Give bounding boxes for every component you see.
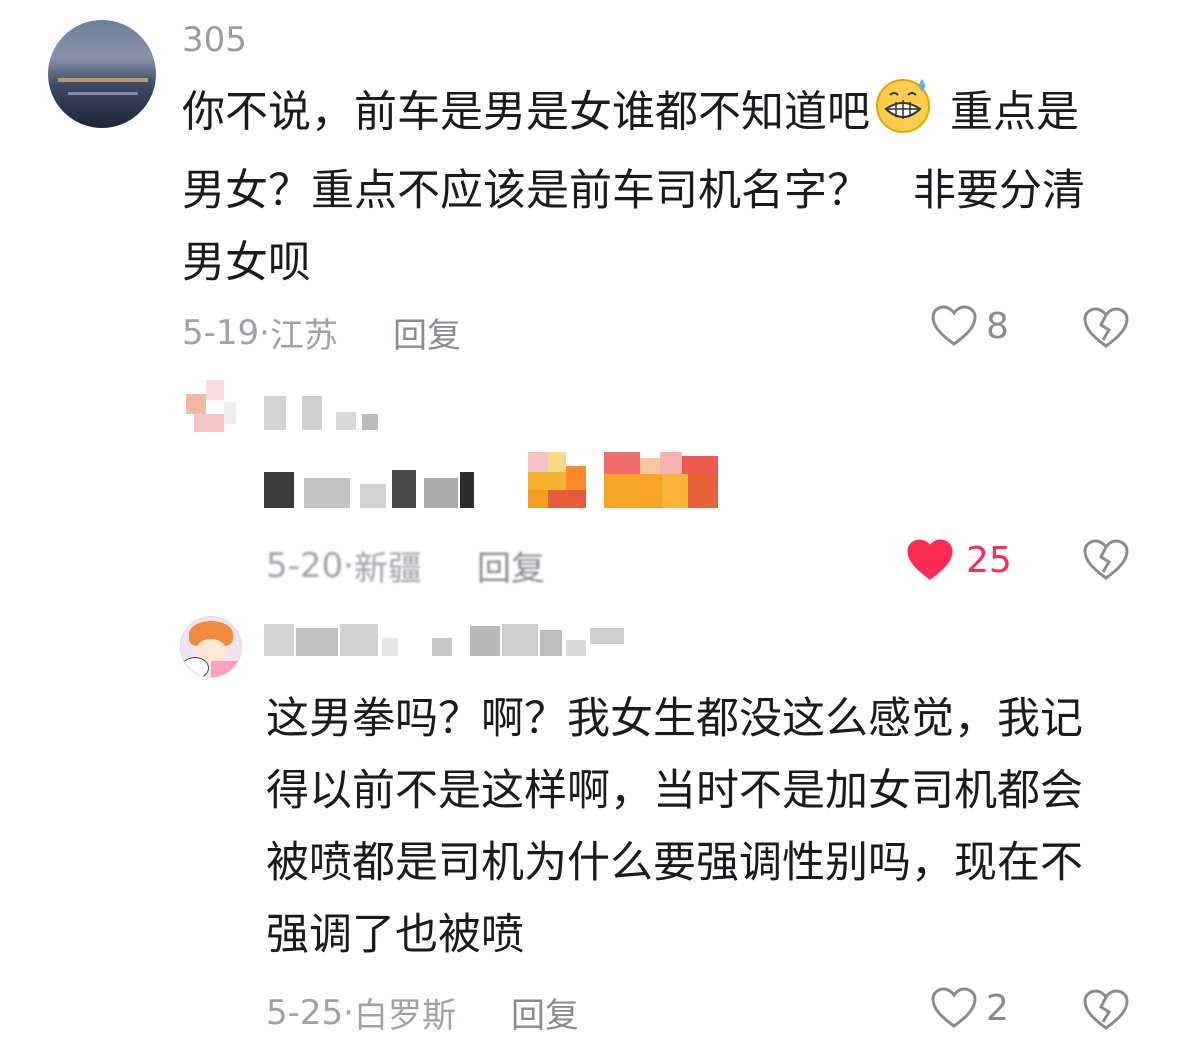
like-count: 25 [966,539,1012,581]
comment-meta: 5-19 · 江苏 回复 [182,308,461,357]
grimacing-sweat-emoji [874,75,932,155]
comment-text: 这男拳吗？啊？我女生都没这么感觉，我记 得以前不是这样啊，当时不是加女司机都会 … [266,683,1146,971]
blurred-username [264,396,378,432]
avatar[interactable] [48,20,156,128]
blurred-emoji-2 [604,452,718,508]
like-button[interactable]: 25 [906,538,1012,582]
comment-text-line: 得以前不是这样啊，当时不是加女司机都会 [266,766,1083,816]
reply-button[interactable]: 回复 [511,988,579,1037]
dislike-button[interactable] [1082,988,1130,1036]
like-button[interactable]: 8 [930,304,1009,348]
comment-meta: 5-25 · 白罗斯 回复 [266,988,579,1037]
like-count: 8 [986,305,1009,347]
avatar[interactable] [180,616,242,678]
comment-location: 新疆 [353,549,422,589]
comment-text-line: 你不说，前车是男是女谁都不知道吧 [182,87,870,138]
heart-icon [931,305,977,346]
reply-button[interactable]: 回复 [477,541,545,590]
comment-date: 5-20 [266,545,344,586]
comment-location: 江苏 [269,316,338,356]
comment-location: 白罗斯 [353,996,456,1036]
blurred-comment-text [264,464,494,508]
like-count: 2 [986,987,1009,1029]
broken-heart-icon [1083,539,1129,580]
comment-text-line: 男女呗 [182,238,311,288]
reply-button[interactable]: 回复 [393,308,461,357]
comment-date: 5-25 [266,992,344,1033]
avatar[interactable] [186,380,246,444]
broken-heart-icon [1083,989,1129,1030]
blurred-username [264,624,624,660]
dislike-button[interactable] [1082,538,1130,586]
heart-icon [931,987,977,1028]
comment-date: 5-19 [182,312,260,353]
blurred-emoji-1 [528,452,586,508]
comment-text-line: 被喷都是司机为什么要强调性别吗，现在不 [266,838,1083,888]
like-button[interactable]: 2 [930,986,1009,1030]
comment-username[interactable]: 305 [182,20,247,60]
comment-text: 你不说，前车是男是女谁都不知道吧 重点是 男女？重点不应该是前车司机名字？ 非要… [182,75,1132,299]
comment-text-line: 这男拳吗？啊？我女生都没这么感觉，我记 [266,694,1083,744]
comment-text-line: 男女？重点不应该是前车司机名字？ 非要分清 [182,166,1085,216]
dislike-button[interactable] [1082,306,1130,354]
comment-text-line: 强调了也被喷 [266,910,524,960]
broken-heart-icon [1083,307,1129,348]
heart-icon [907,539,953,580]
comment-meta: 5-20 · 新疆 回复 [266,541,545,590]
comment-text-line: 重点是 [950,87,1079,138]
